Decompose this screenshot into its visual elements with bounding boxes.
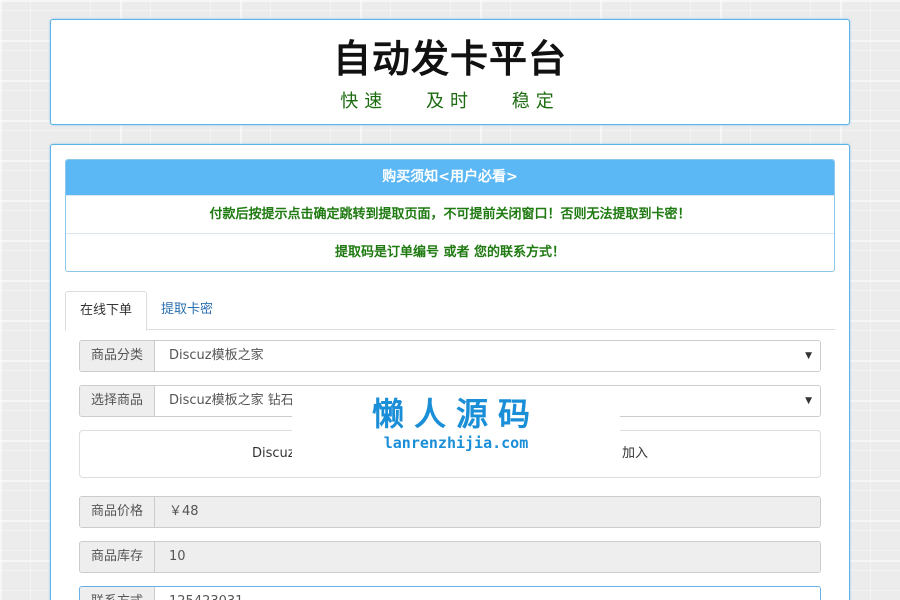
tab-extract-card[interactable]: 提取卡密 — [147, 291, 227, 329]
site-title: 自动发卡平台 — [332, 37, 567, 81]
site-slogan: 快速 及时 稳定 — [51, 87, 849, 113]
slogan-item: 快速 — [340, 91, 389, 112]
caret-down-icon: ▼ — [805, 351, 812, 361]
category-select[interactable]: 商品分类 Discuz模板之家 ▼ — [79, 340, 821, 372]
description-tail: 加入 — [622, 446, 649, 461]
notice-line-code: 提取码是订单编号 或者 您的联系方式！ — [66, 233, 834, 271]
watermark-sub: lanrenzhijia.com — [383, 434, 529, 452]
stock-label: 商品库存 — [80, 542, 155, 572]
contact-input[interactable]: 125423031 — [155, 587, 820, 600]
slogan-item: 稳定 — [511, 91, 560, 112]
price-label: 商品价格 — [80, 497, 155, 527]
tab-online-order[interactable]: 在线下单 — [65, 291, 148, 331]
stock-value: 10 — [155, 542, 820, 572]
slogan-item: 及时 — [426, 91, 474, 112]
caret-down-icon: ▼ — [805, 396, 812, 406]
notice-title: 购买须知<用户必看> — [66, 160, 834, 195]
site-header: 自动发卡平台 快速 及时 稳定 — [50, 19, 850, 125]
stock-field: 商品库存 10 — [79, 541, 821, 573]
notice-line-payment: 付款后按提示点击确定跳转到提取页面，不可提前关闭窗口！否则无法提取到卡密！ — [66, 195, 834, 233]
category-label: 商品分类 — [80, 341, 155, 371]
contact-field[interactable]: 联系方式 125423031 — [79, 586, 821, 600]
product-label: 选择商品 — [80, 386, 155, 416]
category-value[interactable]: Discuz模板之家 — [155, 341, 820, 371]
watermark-logo: 懒人源码 lanrenzhijia.com — [292, 390, 620, 462]
price-value: ￥48 — [155, 497, 820, 527]
purchase-notice: 购买须知<用户必看> 付款后按提示点击确定跳转到提取页面，不可提前关闭窗口！否则… — [65, 159, 835, 272]
watermark-main: 懒人源码 — [371, 395, 540, 433]
price-field: 商品价格 ￥48 — [79, 496, 821, 528]
order-tabs: 在线下单 提取卡密 — [65, 291, 835, 331]
main-panel: 购买须知<用户必看> 付款后按提示点击确定跳转到提取页面，不可提前关闭窗口！否则… — [50, 144, 850, 600]
contact-label: 联系方式 — [80, 587, 155, 600]
